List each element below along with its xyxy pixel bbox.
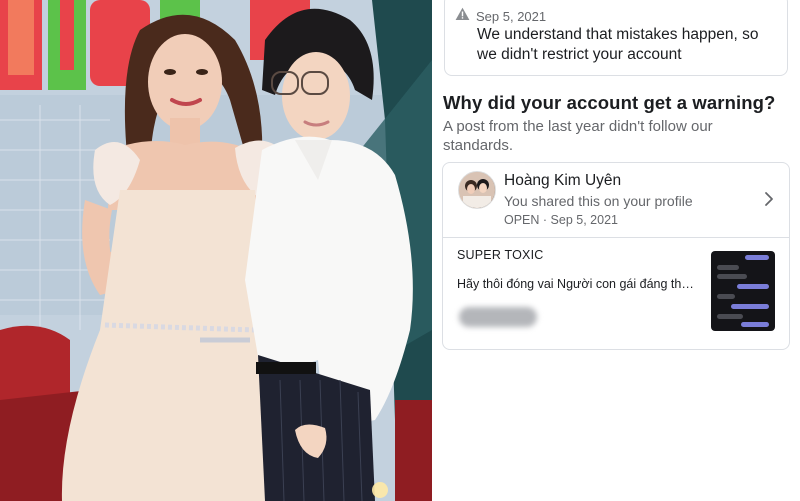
- post-excerpt: Hãy thôi đóng vai Người con gái đáng thư…: [457, 277, 702, 291]
- notice-message: We understand that mistakes happen, so w…: [477, 26, 759, 63]
- post-author-row[interactable]: Hoàng Kim Uyên You shared this on your p…: [443, 163, 789, 238]
- notice-date: Sep 5, 2021: [476, 9, 547, 24]
- notice-date-row: Sep 5, 2021: [455, 7, 546, 26]
- post-shared-text: You shared this on your profile: [504, 193, 693, 209]
- warning-subtext: A post from the last year didn't follow …: [443, 118, 713, 154]
- post-author-name: Hoàng Kim Uyên: [504, 172, 622, 189]
- post-card[interactable]: Hoàng Kim Uyên You shared this on your p…: [442, 162, 790, 350]
- blurred-content: [459, 307, 537, 327]
- post-meta: OPEN · Sep 5, 2021: [504, 213, 618, 227]
- account-status-panel: Sep 5, 2021 We understand that mistakes …: [432, 0, 800, 501]
- couple-photo: [0, 0, 432, 501]
- post-date: Sep 5, 2021: [550, 213, 618, 227]
- post-status: OPEN: [504, 213, 540, 227]
- violation-category: SUPER TOXIC: [457, 248, 544, 262]
- warning-icon: [455, 7, 470, 26]
- chevron-right-icon[interactable]: [763, 191, 775, 207]
- warning-notice-card: Sep 5, 2021 We understand that mistakes …: [444, 0, 788, 76]
- warning-heading: Why did your account get a warning?: [443, 92, 776, 113]
- post-screenshot-thumbnail[interactable]: [711, 251, 775, 331]
- avatar: [458, 171, 496, 209]
- photo-panel: [0, 0, 432, 501]
